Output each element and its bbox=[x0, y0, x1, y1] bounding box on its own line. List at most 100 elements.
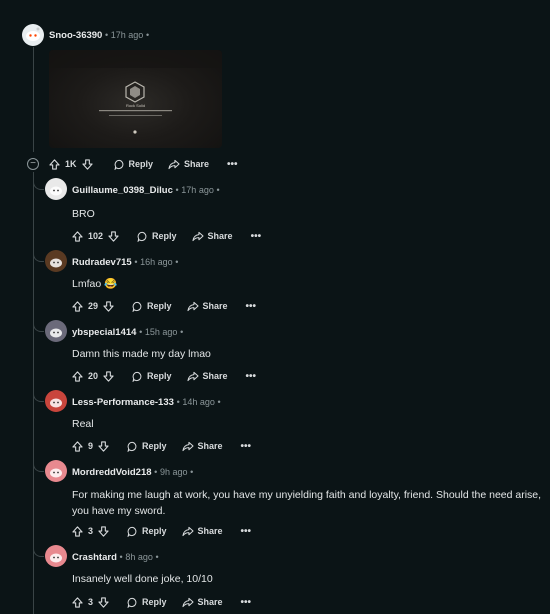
comment-author[interactable]: MordreddVoid218 • 9h ago • bbox=[72, 467, 193, 478]
more-options-button[interactable]: ••• bbox=[241, 441, 252, 452]
reply-button[interactable]: Reply bbox=[127, 441, 167, 452]
comment-actions: 102 Reply Share ••• bbox=[72, 229, 261, 243]
upvote-icon[interactable] bbox=[72, 370, 83, 382]
reply-icon bbox=[132, 371, 142, 382]
share-button[interactable]: Share bbox=[181, 441, 223, 452]
separator: • bbox=[216, 185, 220, 195]
more-options-button[interactable]: ••• bbox=[251, 231, 262, 242]
more-options-button[interactable]: ••• bbox=[246, 371, 257, 382]
reply-icon bbox=[132, 301, 142, 312]
vote-count: 29 bbox=[88, 301, 99, 311]
collapse-button[interactable]: − bbox=[27, 158, 39, 170]
reply-label: Reply bbox=[152, 231, 177, 241]
downvote-icon[interactable] bbox=[108, 230, 119, 242]
upvote-icon[interactable] bbox=[72, 440, 83, 452]
downvote-icon[interactable] bbox=[98, 440, 109, 452]
comment-text: Damn this made my day lmao bbox=[72, 348, 211, 360]
separator: • bbox=[155, 552, 159, 562]
vote-group: 20 bbox=[72, 370, 114, 382]
share-icon bbox=[192, 231, 204, 241]
timestamp: 9h ago bbox=[159, 467, 188, 477]
share-icon bbox=[186, 301, 199, 311]
vote-group: 3 bbox=[72, 596, 109, 608]
thread-connector bbox=[33, 461, 44, 472]
share-label: Share bbox=[202, 301, 228, 311]
vote-group: 102 bbox=[72, 230, 119, 242]
vote-group: 9 bbox=[72, 440, 109, 452]
share-button[interactable]: Share bbox=[186, 371, 228, 382]
more-options-button[interactable]: ••• bbox=[241, 526, 252, 537]
share-label: Share bbox=[202, 371, 228, 381]
reply-button[interactable]: Reply bbox=[114, 159, 153, 170]
avatar[interactable] bbox=[45, 250, 67, 272]
downvote-icon[interactable] bbox=[98, 596, 109, 608]
reply-button[interactable]: Reply bbox=[132, 301, 172, 312]
share-button[interactable]: Share bbox=[181, 597, 223, 608]
username[interactable]: Crashtard bbox=[72, 552, 117, 563]
timestamp: 17h ago bbox=[181, 185, 214, 195]
upvote-icon[interactable] bbox=[72, 300, 83, 312]
upvote-icon[interactable] bbox=[49, 158, 60, 170]
downvote-icon[interactable] bbox=[103, 300, 114, 312]
avatar[interactable] bbox=[45, 390, 67, 412]
comment-author[interactable]: Crashtard • 8h ago • bbox=[72, 552, 159, 563]
more-options-button[interactable]: ••• bbox=[241, 597, 252, 608]
comment-actions: 29 Reply Share ••• bbox=[72, 299, 256, 313]
reply-label: Reply bbox=[147, 371, 172, 381]
comment-text: Lmfao 😂 bbox=[72, 278, 118, 290]
share-button[interactable]: Share bbox=[192, 231, 233, 242]
reply-icon bbox=[137, 231, 147, 242]
downvote-icon[interactable] bbox=[103, 370, 114, 382]
vote-count: 1K bbox=[65, 159, 77, 169]
share-icon bbox=[181, 441, 194, 451]
username[interactable]: MordreddVoid218 bbox=[72, 467, 152, 478]
post-image[interactable]: Rock Solid bbox=[49, 50, 222, 148]
username[interactable]: Snoo-36390 bbox=[49, 30, 102, 41]
vote-count: 3 bbox=[88, 597, 94, 607]
avatar[interactable] bbox=[45, 320, 67, 342]
downvote-icon[interactable] bbox=[98, 525, 109, 537]
avatar[interactable] bbox=[45, 545, 67, 567]
avatar-icon bbox=[50, 328, 62, 338]
comment-text: Real bbox=[72, 418, 94, 430]
username[interactable]: ybspecial1414 bbox=[72, 327, 136, 338]
username[interactable]: Guillaume_0398_Diluc bbox=[72, 185, 173, 196]
comment-actions: 3 Reply Share ••• bbox=[72, 595, 251, 609]
avatar-icon bbox=[50, 468, 62, 478]
username[interactable]: Rudradev715 bbox=[72, 257, 132, 268]
avatar[interactable] bbox=[21, 23, 45, 47]
upvote-icon[interactable] bbox=[72, 596, 83, 608]
share-label: Share bbox=[207, 231, 233, 241]
comment-text: For making me laugh at work, you have my… bbox=[72, 489, 542, 517]
share-button[interactable]: Share bbox=[186, 301, 228, 312]
avatar[interactable] bbox=[45, 460, 67, 482]
reply-icon bbox=[127, 597, 137, 608]
upvote-icon[interactable] bbox=[72, 230, 83, 242]
reply-button[interactable]: Reply bbox=[127, 526, 167, 537]
reply-button[interactable]: Reply bbox=[137, 231, 177, 242]
more-options-button[interactable]: ••• bbox=[246, 301, 257, 312]
share-label: Share bbox=[197, 526, 223, 536]
vote-count: 102 bbox=[88, 231, 104, 241]
comment-author[interactable]: Rudradev715 • 16h ago • bbox=[72, 257, 178, 268]
share-button[interactable]: Share bbox=[168, 159, 209, 170]
comment-author[interactable]: ybspecial1414 • 15h ago • bbox=[72, 327, 183, 338]
post-author[interactable]: Snoo-36390 • 17h ago • bbox=[49, 30, 149, 41]
share-button[interactable]: Share bbox=[181, 526, 223, 537]
reply-icon bbox=[114, 159, 123, 170]
reply-button[interactable]: Reply bbox=[132, 371, 172, 382]
avatar[interactable] bbox=[45, 178, 67, 200]
post-actions: 1K Reply Share ••• bbox=[49, 157, 238, 171]
share-icon bbox=[181, 526, 194, 536]
upvote-icon[interactable] bbox=[72, 525, 83, 537]
more-options-button[interactable]: ••• bbox=[227, 159, 238, 170]
separator: • bbox=[175, 257, 179, 267]
reply-button[interactable]: Reply bbox=[127, 597, 167, 608]
username[interactable]: Less-Performance-133 bbox=[72, 397, 174, 408]
vote-count: 9 bbox=[88, 441, 94, 451]
comment-author[interactable]: Less-Performance-133 • 14h ago • bbox=[72, 397, 221, 408]
vote-group: 29 bbox=[72, 300, 114, 312]
downvote-icon[interactable] bbox=[81, 158, 93, 170]
comment-author[interactable]: Guillaume_0398_Diluc • 17h ago • bbox=[72, 185, 220, 196]
image-caption: Rock Solid bbox=[125, 103, 146, 108]
